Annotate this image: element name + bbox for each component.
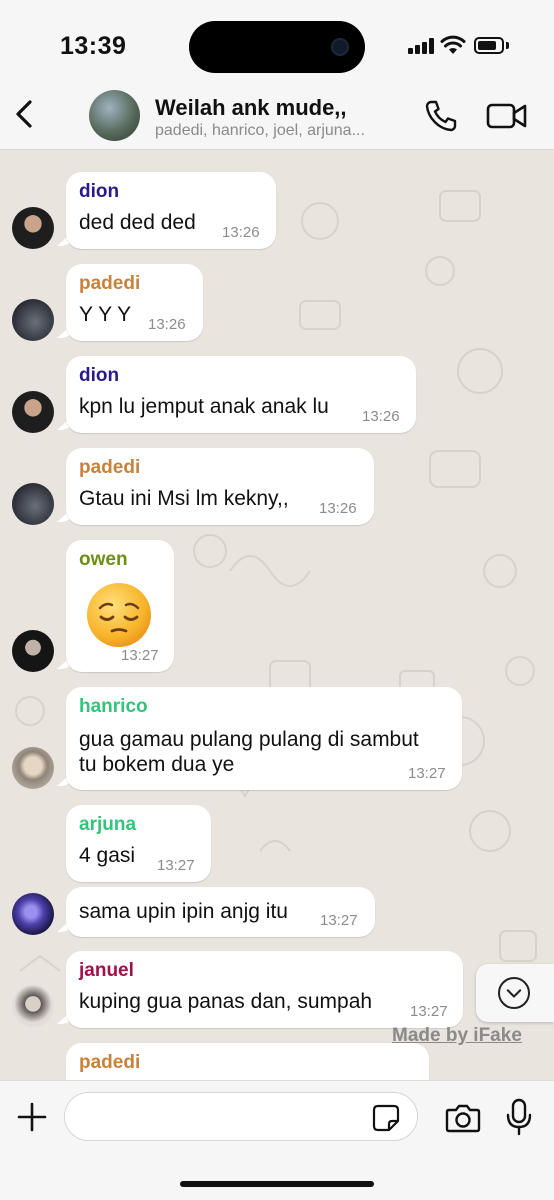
avatar[interactable]: [12, 299, 54, 341]
message-text: sama upin ipin anjg itu: [79, 900, 288, 923]
message-time: 13:26: [148, 316, 186, 333]
message-text: kuping gua panas dan, sumpah: [79, 990, 373, 1013]
avatar[interactable]: [12, 391, 54, 433]
group-avatar[interactable]: [89, 90, 140, 141]
sender-name: owen: [79, 549, 128, 570]
chat-header: Weilah ank mude,, padedi, hanrico, joel,…: [0, 82, 554, 150]
sender-name: padedi: [79, 273, 141, 294]
home-indicator: [180, 1181, 374, 1187]
video-call-icon[interactable]: [486, 102, 528, 130]
sender-name: januel: [79, 960, 134, 981]
message-bubble[interactable]: dion kpn lu jemput anak anak lu 13:26: [66, 356, 416, 433]
chat-area[interactable]: dion ded ded ded 13:26 padedi Y Y Y 13:2…: [0, 151, 554, 1080]
message-bubble[interactable]: padedi Gtau ini Msi lm kekny,, 13:26: [66, 448, 374, 525]
sender-name: dion: [79, 181, 120, 202]
cellular-signal-icon: [408, 38, 436, 54]
wifi-icon: [440, 35, 466, 54]
sender-name: hanrico: [79, 696, 148, 717]
sender-name: padedi: [79, 457, 141, 478]
message-time: 13:27: [408, 765, 446, 782]
dynamic-island: [189, 21, 365, 73]
message-input[interactable]: [64, 1092, 418, 1141]
message-time: 13:27: [157, 857, 195, 874]
message-bubble[interactable]: januel kuping gua panas dan, sumpah 13:2…: [66, 951, 463, 1028]
group-title[interactable]: Weilah ank mude,,: [155, 95, 347, 121]
microphone-icon[interactable]: [504, 1098, 534, 1136]
message-bubble[interactable]: sama upin ipin anjg itu 13:27: [66, 887, 375, 937]
scroll-to-bottom-button[interactable]: [476, 964, 554, 1022]
message-text: Y Y Y: [79, 303, 132, 326]
status-bar: 13:39: [0, 0, 554, 82]
battery-icon: [474, 37, 504, 54]
avatar[interactable]: [12, 630, 54, 672]
message-time: 13:26: [222, 224, 260, 241]
message-text-line: gua gamau pulang pulang di sambut: [79, 728, 419, 751]
plus-icon[interactable]: [16, 1101, 48, 1133]
camera-icon[interactable]: [445, 1103, 481, 1133]
message-text: ded ded ded: [79, 211, 196, 234]
message-bubble[interactable]: hanrico gua gamau pulang pulang di sambu…: [66, 687, 462, 790]
back-chevron-icon[interactable]: [6, 94, 42, 134]
avatar[interactable]: [12, 207, 54, 249]
group-members[interactable]: padedi, hanrico, joel, arjuna...: [155, 122, 365, 140]
message-input-bar: [0, 1080, 554, 1200]
message-time: 13:27: [410, 1003, 448, 1020]
sender-name: dion: [79, 365, 120, 386]
message-time: 13:27: [320, 912, 358, 929]
sticker-icon[interactable]: [372, 1104, 400, 1132]
avatar[interactable]: [12, 893, 54, 935]
message-text: 4 gasi: [79, 844, 136, 867]
avatar[interactable]: [12, 747, 54, 789]
message-time: 13:26: [362, 408, 400, 425]
message-bubble[interactable]: arjuna 4 gasi 13:27: [66, 805, 211, 882]
message-time: 13:27: [121, 647, 159, 664]
avatar[interactable]: [12, 483, 54, 525]
message-text: kpn lu jemput anak anak lu: [79, 395, 329, 418]
message-bubble[interactable]: owen 13:27: [66, 540, 174, 672]
status-time: 13:39: [60, 32, 127, 60]
message-bubble[interactable]: padedi: [66, 1043, 429, 1080]
pensive-face-emoji: [87, 583, 151, 647]
phone-call-icon[interactable]: [424, 99, 458, 133]
message-bubble[interactable]: dion ded ded ded 13:26: [66, 172, 276, 249]
sender-name: padedi: [79, 1052, 141, 1073]
chevron-down-icon: [498, 977, 530, 1009]
avatar[interactable]: [12, 985, 54, 1027]
message-text-line: tu bokem dua ye: [79, 753, 235, 776]
message-time: 13:26: [319, 500, 357, 517]
battery-tip: [506, 42, 509, 49]
watermark: Made by iFake: [392, 1025, 522, 1046]
message-text: Gtau ini Msi lm kekny,,: [79, 487, 289, 510]
sender-name: arjuna: [79, 814, 137, 835]
front-camera: [331, 38, 349, 56]
message-bubble[interactable]: padedi Y Y Y 13:26: [66, 264, 203, 341]
